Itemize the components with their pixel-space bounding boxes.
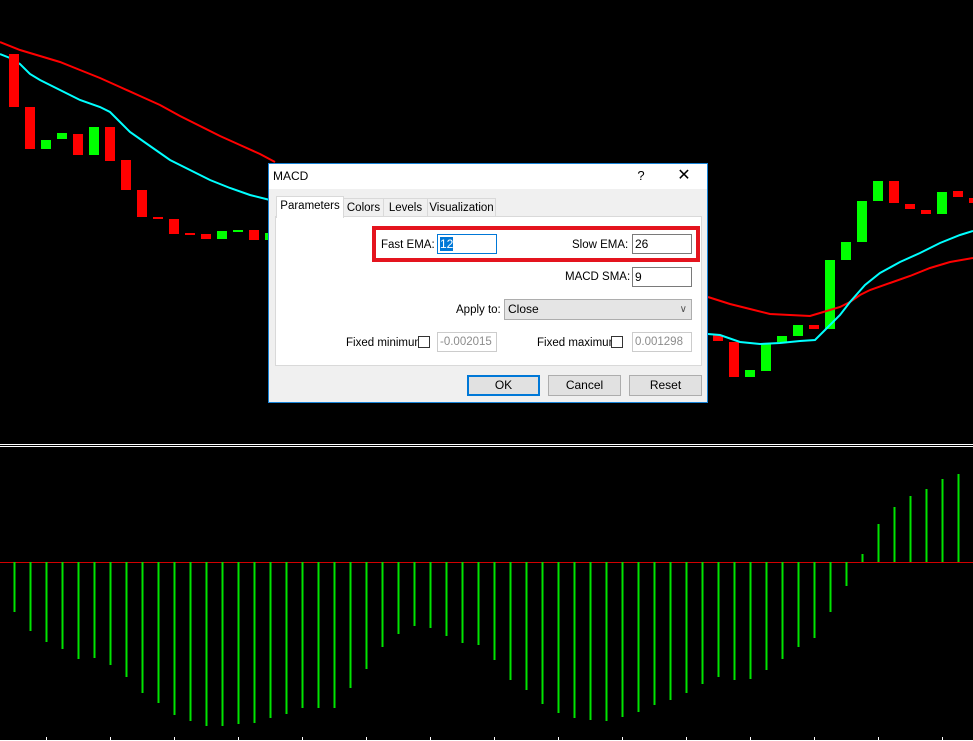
bear-candle	[185, 233, 195, 235]
dialog-title: MACD	[273, 169, 309, 183]
bull-candle	[233, 230, 243, 232]
bear-candle	[729, 342, 739, 377]
help-button[interactable]: ?	[631, 168, 651, 186]
macd-histogram	[13, 474, 960, 726]
bull-candle	[777, 336, 787, 342]
chevron-down-icon: ∨	[679, 304, 687, 315]
bull-candle	[745, 370, 755, 377]
bear-candle	[105, 127, 115, 161]
bear-candle	[249, 230, 259, 240]
fixed-maximum-checkbox[interactable]	[611, 336, 623, 348]
fast-ema-input[interactable]: 12	[437, 234, 497, 254]
cancel-button[interactable]: Cancel	[548, 375, 621, 396]
fast-ma-line-right	[707, 230, 973, 346]
fixed-minimum-checkbox[interactable]	[418, 336, 430, 348]
bear-candle	[905, 204, 915, 209]
slow-ma-line-right	[707, 257, 973, 318]
macd-indicator-pane	[0, 474, 973, 726]
bull-candle	[41, 140, 51, 149]
bull-candle	[217, 231, 227, 239]
tab-levels[interactable]: Levels	[383, 198, 428, 217]
fixed-maximum-label: Fixed maximum	[537, 337, 619, 349]
bear-candle	[9, 54, 19, 107]
macd-sma-input[interactable]: 9	[632, 267, 692, 287]
bull-candle	[761, 343, 771, 371]
bull-candle	[89, 127, 99, 155]
fixed-minimum-label: Fixed minimum	[346, 337, 424, 349]
slow-ema-label: Slow EMA:	[572, 239, 629, 251]
fast-ema-label: Fast EMA:	[381, 239, 435, 251]
tab-colors[interactable]: Colors	[343, 198, 384, 217]
bear-candle	[153, 217, 163, 219]
bear-candle	[969, 198, 973, 203]
macd-dialog: MACD ? ✕ Parameters Colors Levels Visual…	[268, 163, 708, 403]
bull-candle	[825, 260, 835, 329]
bull-candle	[857, 201, 867, 242]
fixed-maximum-input[interactable]: 0.001298	[632, 332, 692, 352]
candles-right-group	[713, 181, 973, 377]
bear-candle	[921, 210, 931, 214]
time-axis	[0, 737, 973, 741]
bear-candle	[73, 134, 83, 155]
bull-candle	[937, 192, 947, 214]
bull-candle	[873, 181, 883, 201]
bear-candle	[889, 181, 899, 203]
candles-left-group	[9, 54, 275, 240]
bear-candle	[137, 190, 147, 217]
bear-candle	[25, 107, 35, 149]
fixed-minimum-input[interactable]: -0.002015	[437, 332, 497, 352]
fast-ma-line	[0, 53, 271, 201]
bull-candle	[793, 325, 803, 336]
fast-ema-value: 12	[440, 237, 454, 251]
dialog-titlebar[interactable]: MACD ? ✕	[269, 164, 707, 189]
bear-candle	[809, 325, 819, 329]
bear-candle	[953, 191, 963, 197]
tab-visualization[interactable]: Visualization	[427, 198, 496, 217]
close-icon[interactable]: ✕	[673, 166, 695, 186]
reset-button[interactable]: Reset	[629, 375, 702, 396]
apply-to-value: Close	[508, 302, 539, 316]
bear-candle	[201, 234, 211, 239]
slow-ema-input[interactable]: 26	[632, 234, 692, 254]
macd-sma-label: MACD SMA:	[565, 271, 631, 283]
ok-button[interactable]: OK	[467, 375, 540, 396]
bull-candle	[841, 242, 851, 260]
bear-candle	[169, 219, 179, 234]
bear-candle	[121, 160, 131, 190]
apply-to-select[interactable]: Close ∨	[504, 299, 692, 320]
tab-parameters[interactable]: Parameters	[276, 196, 344, 218]
apply-to-label: Apply to:	[456, 304, 501, 316]
bull-candle	[57, 133, 67, 139]
